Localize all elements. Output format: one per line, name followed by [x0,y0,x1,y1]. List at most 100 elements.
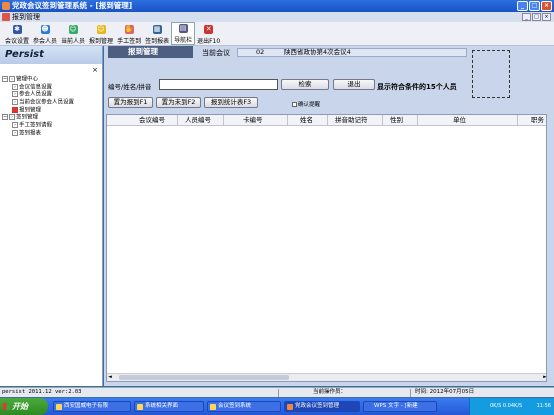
taskbar-item-4[interactable]: 党政会议签到管理 [284,401,360,412]
navigation-pane-title: Persist [0,46,102,64]
child-minimize-button[interactable]: _ [522,13,531,21]
start-button[interactable]: 开始 [0,398,48,415]
network-speed: 0K/S 0.04K/S [490,403,523,409]
search-label: 编号/姓名/拼音 [108,83,152,91]
search-input[interactable] [159,79,278,90]
tree-item-sign-in-report[interactable]: › 签到报表 [2,129,100,138]
current-meeting-label: 当前会议 [202,49,230,57]
folder-icon [210,404,216,410]
result-count-message: 显示符合条件的15个人员 [377,83,457,91]
tree-group-sign-in-management[interactable]: − › 签到管理 [2,114,100,122]
toolbar-navigation[interactable]: ▤ 导航栏 [171,22,196,45]
toolbar-manual-sign-in[interactable]: ✋ 手工签到 [115,22,143,45]
page-icon: › [12,83,18,90]
navigation-tree: − › 管理中心 › 会议信息设置 › 参会人员设置 › 当前会议参会人员设置 报到管理 … [2,76,100,138]
exit-icon: ✕ [204,25,214,34]
horizontal-scrollbar[interactable]: ◄ ► [107,373,546,381]
people-icon: ☻ [40,25,50,34]
tab-check-in-management[interactable]: 报到管理 [108,46,193,58]
collapse-icon[interactable]: − [2,114,8,121]
navigation-pane: Persist × − › 管理中心 › 会议信息设置 › 参会人员设置 › 当前会议参会… [0,46,103,386]
confirm-prompt-checkbox[interactable]: 确认提醒 [292,100,320,108]
mark-unreported-button[interactable]: 置为未到F2 [156,97,201,108]
folder-icon: › [9,76,15,82]
system-tray: 0K/S 0.04K/S 11:56 [469,398,554,415]
status-bar: persist 2011.12 ver:2.03 当前操作员： 时间: 2012… [0,387,554,397]
toolbar-check-in-management[interactable]: ☺ 报到管理 [87,22,115,45]
folder-icon: › [9,114,15,121]
meeting-title: 陕西省政协第4次会议4 [284,48,351,56]
tree-item-check-in-management[interactable]: 报到管理 [2,106,100,115]
toolbar-attendees[interactable]: ☻ 参会人员 [31,22,59,45]
selected-marker-icon [12,106,18,113]
child-window-icon [2,13,10,21]
child-maximize-button[interactable]: □ [532,13,541,21]
column-header-name[interactable]: 姓名 [300,116,313,125]
window-controls: _ □ × [517,1,552,11]
pane-close-icon[interactable]: × [92,66,98,74]
column-header-person-no[interactable]: 人员编号 [185,116,211,125]
window-title-bar: 党政会议签到管理系统 - [报到管理] _ □ × [0,0,554,12]
time-text: 时间: 2012年07月05日 [415,389,475,395]
scroll-right-icon[interactable]: ► [543,374,546,380]
column-header-pinyin[interactable]: 拼音助记符 [335,116,368,125]
page-icon: › [12,129,18,136]
tree-item-meeting-info-settings[interactable]: › 会议信息设置 [2,83,100,92]
mark-reported-button[interactable]: 置为报到F1 [108,97,153,108]
smiley-icon: ☺ [96,25,106,34]
toolbar: ✱ 会议设置 ☻ 参会人员 ☺ 当前人员 ☺ 报到管理 ✋ 手工签到 ▦ 签到报… [0,22,554,46]
taskbar-item-5[interactable]: WPS 文字 - [新建 [363,401,437,412]
exit-button[interactable]: 退出 [333,79,375,90]
window-title: 党政会议签到管理系统 - [报到管理] [12,1,133,10]
grid-header: 会议编号 人员编号 卡编号 姓名 拼音助记符 性别 单位 职务 [107,115,546,126]
toolbar-meeting-settings[interactable]: ✱ 会议设置 [3,22,31,45]
version-text: persist 2011.12 ver:2.03 [2,389,82,395]
table-icon: ▦ [152,25,162,34]
child-window-title: 报到管理 [12,13,40,21]
attendee-grid[interactable]: 会议编号 人员编号 卡编号 姓名 拼音助记符 性别 单位 职务 ◄ ► [106,114,547,382]
meeting-number: 02 [256,48,265,56]
column-header-meeting-no[interactable]: 会议编号 [139,116,165,125]
hand-icon: ✋ [124,25,134,34]
nav-icon: ▤ [178,24,188,33]
close-button[interactable]: × [541,1,552,11]
scroll-thumb[interactable] [119,375,289,380]
page-icon: › [12,122,18,129]
folder-icon [137,404,143,410]
search-button[interactable]: 检索 [281,79,329,90]
report-stats-button[interactable]: 报到统计表F3 [204,97,258,108]
child-window-bar: 报到管理 _ □ × [0,12,554,22]
windows-logo-icon [3,403,10,410]
current-meeting-field: 02 陕西省政协第4次会议4 [237,48,467,57]
checkbox-icon[interactable] [292,102,297,107]
toolbar-current-attendees[interactable]: ☺ 当前人员 [59,22,87,45]
photo-placeholder [472,50,510,98]
column-header-position[interactable]: 职务 [531,116,544,125]
toolbar-sign-in-report[interactable]: ▦ 签到报表 [143,22,171,45]
maximize-button[interactable]: □ [529,1,540,11]
app-icon [2,2,10,10]
minimize-button[interactable]: _ [517,1,528,11]
gear-icon: ✱ [12,25,22,34]
clock[interactable]: 11:56 [537,398,551,415]
main-panel: 报到管理 当前会议 02 陕西省政协第4次会议4 编号/姓名/拼音 检索 退出 … [104,46,554,386]
column-header-gender[interactable]: 性别 [390,116,403,125]
tree-group-management-center[interactable]: − › 管理中心 [2,76,100,84]
collapse-icon[interactable]: − [2,76,8,82]
tree-item-current-meeting-attendee-settings[interactable]: › 当前会议参会人员设置 [2,99,100,107]
tree-item-manual-sign-in-leave[interactable]: › 手工签到请假 [2,122,100,130]
scroll-left-icon[interactable]: ◄ [108,374,112,380]
column-header-card-no[interactable]: 卡编号 [243,116,263,125]
wps-icon [366,404,372,410]
folder-icon [56,404,62,410]
taskbar-item-3[interactable]: 会议签到系统 [207,401,281,412]
toolbar-exit[interactable]: ✕ 退出F10 [195,22,222,45]
taskbar-item-2[interactable]: 系统相关界面 [134,401,204,412]
taskbar-item-1[interactable]: 西安国威电子有限 [53,401,131,412]
column-header-unit[interactable]: 单位 [453,116,466,125]
page-icon: › [12,99,18,106]
tree-item-attendee-settings[interactable]: › 参会人员设置 [2,91,100,99]
page-icon: › [12,91,18,98]
app-icon [287,404,293,410]
child-close-button[interactable]: × [542,13,551,21]
